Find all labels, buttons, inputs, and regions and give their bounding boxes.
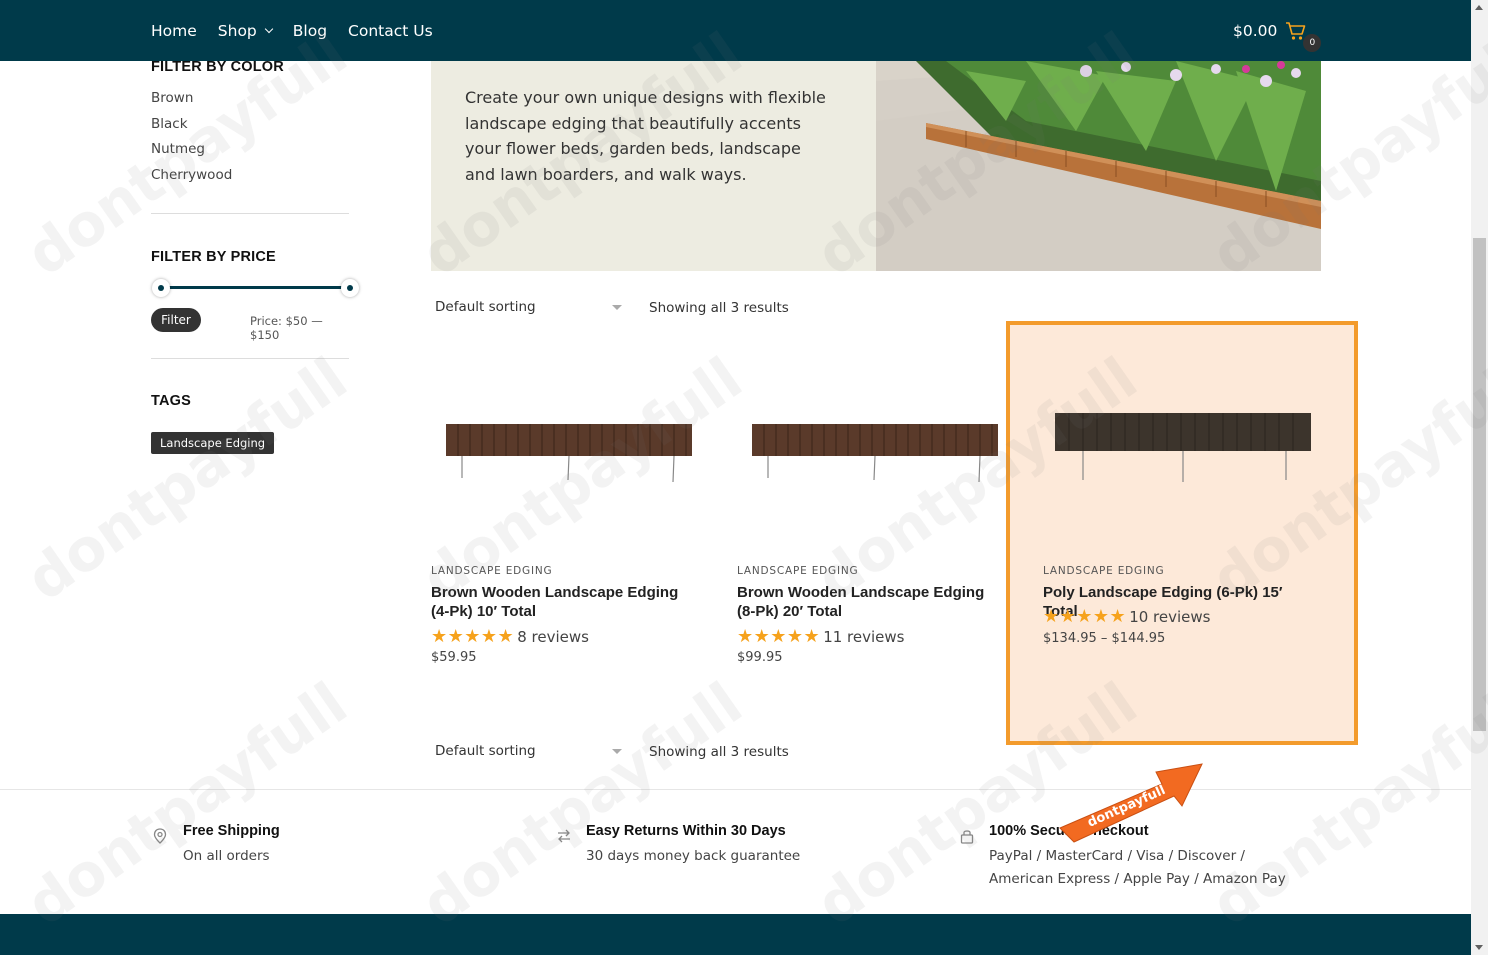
sort-select-bottom[interactable]: Default sorting [435, 743, 625, 765]
product-category[interactable]: LANDSCAPE EDGING [737, 565, 858, 577]
feature-desc: 30 days money back guarantee [586, 848, 801, 864]
product-rating: ★★★★★ 8 reviews [431, 626, 589, 647]
nav-blog-label: Blog [292, 21, 328, 40]
color-option-cherrywood[interactable]: Cherrywood [151, 165, 232, 191]
slider-min-handle[interactable] [152, 279, 170, 297]
cart-count-badge: 0 [1303, 33, 1322, 52]
watermark: dontpayfull [409, 669, 755, 939]
star-rating-icon: ★★★★★ [1043, 606, 1127, 627]
star-rating-icon: ★★★★★ [431, 626, 515, 647]
category-banner: Create your own unique designs with flex… [431, 61, 1321, 271]
tags-title: TAGS [151, 393, 192, 409]
product-price: $134.95 – $144.95 [1043, 631, 1166, 646]
product-image[interactable] [737, 350, 1005, 550]
nav-shop[interactable]: Shop [217, 21, 274, 40]
result-count: Showing all 3 results [649, 300, 789, 316]
filter-button[interactable]: Filter [151, 308, 201, 332]
features-divider [0, 789, 1471, 790]
price-range-slider[interactable] [151, 278, 361, 298]
dropdown-arrow-icon [612, 749, 622, 754]
filter-price-title: FILTER BY PRICE [151, 249, 276, 265]
sidebar-divider [151, 213, 349, 214]
watermark: dontpayfull [14, 669, 360, 939]
page-scrollbar[interactable] [1471, 0, 1488, 955]
watermark: dontpayfull [14, 344, 360, 614]
nav-shop-label: Shop [217, 21, 257, 40]
dropdown-arrow-icon [612, 305, 622, 310]
scroll-up-arrow-icon[interactable] [1475, 5, 1483, 10]
banner-description: Create your own unique designs with flex… [465, 88, 826, 184]
product-card: LANDSCAPE EDGING Poly Landscape Edging (… [1043, 350, 1313, 646]
nav-blog[interactable]: Blog [293, 22, 327, 40]
feature-desc: On all orders [183, 848, 270, 864]
review-count[interactable]: 8 reviews [517, 628, 589, 646]
product-price: $99.95 [737, 650, 783, 665]
location-pin-icon [153, 828, 167, 844]
nav-contact[interactable]: Contact Us [348, 22, 433, 40]
color-option-black[interactable]: Black [151, 114, 232, 140]
garden-edging-photo [876, 61, 1321, 271]
product-image[interactable] [1043, 350, 1313, 550]
site-header: Home Shop Blog Contact Us $0.00 0 [0, 0, 1471, 61]
cart-icon: 0 [1285, 20, 1322, 52]
review-count[interactable]: 11 reviews [823, 628, 904, 646]
product-category[interactable]: LANDSCAPE EDGING [1043, 565, 1164, 577]
chevron-down-icon [264, 24, 274, 33]
feature-title: Easy Returns Within 30 Days [586, 823, 786, 839]
color-option-brown[interactable]: Brown [151, 88, 232, 114]
color-option-nutmeg[interactable]: Nutmeg [151, 139, 232, 165]
nav-contact-label: Contact Us [348, 21, 433, 40]
product-card: LANDSCAPE EDGING Brown Wooden Landscape … [737, 350, 1005, 665]
color-filter-list: Brown Black Nutmeg Cherrywood [151, 88, 232, 190]
cart-total: $0.00 [1233, 21, 1278, 40]
nav-home[interactable]: Home [151, 22, 197, 40]
product-image[interactable] [431, 350, 699, 550]
slider-track [161, 286, 349, 289]
product-price: $59.95 [431, 650, 477, 665]
star-rating-icon: ★★★★★ [737, 626, 821, 647]
product-title[interactable]: Brown Wooden Landscape Edging (8-Pk) 20′… [737, 583, 1005, 621]
site-footer [0, 914, 1471, 955]
pointer-arrow-icon: dontpayfull [1059, 763, 1203, 843]
cart-link[interactable]: $0.00 0 [1233, 0, 1322, 61]
sort-selected-label: Default sorting [435, 743, 536, 759]
product-rating: ★★★★★ 10 reviews [1043, 606, 1210, 627]
sort-selected-label: Default sorting [435, 299, 536, 315]
sort-select[interactable]: Default sorting [435, 299, 625, 321]
main-nav: Home Shop Blog Contact Us [151, 0, 454, 61]
scroll-thumb[interactable] [1473, 238, 1486, 731]
feature-title: Free Shipping [183, 823, 280, 839]
result-count-bottom: Showing all 3 results [649, 744, 789, 760]
tag-landscape-edging[interactable]: Landscape Edging [151, 432, 275, 454]
arrow-badge-label: dontpayfull [1085, 783, 1168, 831]
product-card: LANDSCAPE EDGING Brown Wooden Landscape … [431, 350, 699, 665]
nav-home-label: Home [151, 21, 197, 40]
price-range-label: Price: $50 — $150 [250, 314, 323, 342]
filter-color-title: FILTER BY COLOR [151, 59, 284, 75]
exchange-arrows-icon [558, 829, 570, 843]
product-rating: ★★★★★ 11 reviews [737, 626, 904, 647]
sidebar-divider [151, 358, 349, 359]
review-count[interactable]: 10 reviews [1129, 608, 1210, 626]
slider-max-handle[interactable] [341, 279, 359, 297]
product-category[interactable]: LANDSCAPE EDGING [431, 565, 552, 577]
scroll-down-arrow-icon[interactable] [1475, 945, 1483, 950]
product-title[interactable]: Brown Wooden Landscape Edging (4-Pk) 10′… [431, 583, 699, 621]
lock-icon [960, 830, 974, 844]
